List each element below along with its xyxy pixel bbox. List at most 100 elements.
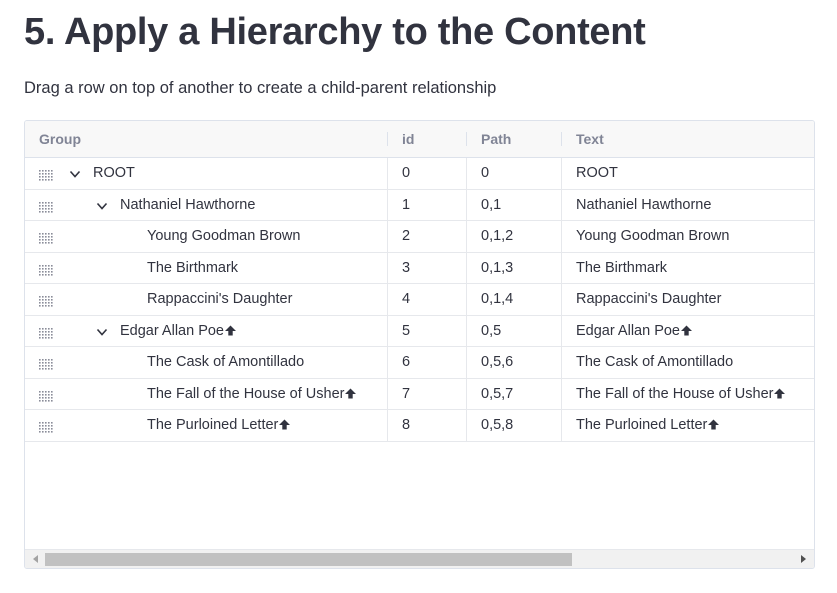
text-label: The Purloined Letter: [576, 417, 708, 433]
cell-divider: [387, 158, 388, 189]
text-cell: The Purloined Letter: [576, 410, 720, 441]
cell-divider: [561, 410, 562, 441]
drag-handle-icon[interactable]: [39, 357, 53, 370]
cell-divider: [466, 378, 467, 409]
drag-handle-icon[interactable]: [39, 294, 53, 307]
cell-divider: [561, 189, 562, 220]
group-cell: The Purloined Letter: [147, 410, 291, 441]
id-cell: 8: [402, 417, 411, 433]
cell-divider: [387, 221, 388, 252]
table-row[interactable]: The Purloined Letter 8 0,5,8 The Purloined …: [25, 410, 814, 442]
group-label: The Fall of the House of Usher: [147, 385, 345, 402]
chevron-down-icon[interactable]: [95, 199, 109, 213]
text-label: The Birthmark: [576, 259, 668, 276]
cell-divider: [387, 189, 388, 220]
group-label: Rappaccini's Daughter: [147, 291, 293, 307]
arrow-up-icon: [279, 419, 291, 430]
path-cell: 0,5,6: [481, 354, 514, 370]
cell-divider: [387, 252, 388, 283]
cell-divider: [466, 189, 467, 220]
horizontal-scrollbar[interactable]: [25, 549, 814, 568]
path-cell: 0,1,3: [481, 259, 514, 276]
text-label: ROOT: [576, 165, 618, 181]
arrow-up-icon: [708, 419, 720, 430]
table-row[interactable]: ROOT 0 0 ROOT: [25, 158, 814, 190]
text-cell: ROOT: [576, 158, 618, 189]
path-cell: 0,5: [481, 322, 502, 339]
path-cell: 0: [481, 165, 490, 181]
group-cell: The Cask of Amontillado: [147, 347, 304, 378]
text-label: The Cask of Amontillado: [576, 354, 734, 370]
cell-divider: [466, 410, 467, 441]
text-label: The Fall of the House of Usher: [576, 385, 774, 402]
cell-divider: [387, 347, 388, 378]
group-label: Young Goodman Brown: [147, 228, 301, 244]
text-label: Rappaccini's Daughter: [576, 291, 722, 307]
drag-handle-icon[interactable]: [39, 200, 53, 213]
text-cell: Young Goodman Brown: [576, 221, 729, 252]
table-row[interactable]: Rappaccini's Daughter 4 0,1,4 Rappaccini's …: [25, 284, 814, 316]
column-header-group[interactable]: Group: [39, 121, 81, 157]
cell-divider: [466, 252, 467, 283]
group-label: The Cask of Amontillado: [147, 354, 305, 370]
page-subtitle: Drag a row on top of another to create a…: [24, 79, 497, 97]
table-row[interactable]: The Birthmark 3 0,1,3 The Birthmark: [25, 252, 814, 284]
group-cell: The Birthmark: [147, 253, 238, 284]
hierarchy-grid: Group id Path Text ROOT 0 0 ROOT Nathaniel H…: [24, 120, 815, 569]
text-cell: The Birthmark: [576, 253, 667, 284]
id-cell: 7: [402, 385, 411, 402]
text-cell: Edgar Allan Poe: [576, 316, 692, 347]
column-separator[interactable]: [387, 132, 388, 146]
cell-divider: [561, 284, 562, 315]
group-cell: Rappaccini's Daughter: [147, 284, 292, 315]
path-cell: 0,5,8: [481, 417, 514, 433]
group-label: The Purloined Letter: [147, 417, 279, 433]
drag-handle-icon[interactable]: [39, 420, 53, 433]
arrow-up-icon: [681, 324, 692, 336]
scroll-left-icon[interactable]: [31, 554, 41, 564]
scroll-right-icon[interactable]: [798, 554, 808, 564]
id-cell: 3: [402, 259, 411, 276]
text-label: Nathaniel Hawthorne: [576, 196, 712, 213]
cell-divider: [561, 221, 562, 252]
column-separator[interactable]: [466, 132, 467, 146]
drag-handle-icon[interactable]: [39, 326, 53, 339]
chevron-down-icon[interactable]: [95, 325, 109, 339]
table-row[interactable]: The Cask of Amontillado 6 0,5,6 The Cask of…: [25, 347, 814, 379]
table-row[interactable]: Edgar Allan Poe 5 0,5 Edgar Allan Poe: [25, 315, 814, 347]
arrow-up-icon: [774, 387, 786, 399]
text-label: Young Goodman Brown: [576, 228, 730, 244]
drag-handle-icon[interactable]: [39, 168, 53, 181]
group-label: The Birthmark: [147, 259, 239, 276]
cell-divider: [561, 252, 562, 283]
group-cell: ROOT: [93, 158, 135, 189]
drag-handle-icon[interactable]: [39, 389, 53, 402]
text-cell: Nathaniel Hawthorne: [576, 190, 711, 221]
cell-divider: [387, 315, 388, 346]
drag-handle-icon[interactable]: [39, 231, 53, 244]
cell-divider: [466, 315, 467, 346]
arrow-up-icon: [225, 324, 236, 336]
cell-divider: [387, 284, 388, 315]
column-header-id[interactable]: id: [402, 121, 414, 157]
column-header-text[interactable]: Text: [576, 121, 604, 157]
cell-divider: [466, 158, 467, 189]
column-header-path[interactable]: Path: [481, 121, 511, 157]
table-row[interactable]: Nathaniel Hawthorne 1 0,1 Nathaniel Hawthor…: [25, 189, 814, 221]
table-row[interactable]: Young Goodman Brown 2 0,1,2 Young Goodman B…: [25, 221, 814, 253]
id-cell: 6: [402, 354, 411, 370]
table-row[interactable]: The Fall of the House of Usher 7 0,5,7 The …: [25, 378, 814, 410]
path-cell: 0,5,7: [481, 385, 514, 402]
text-cell: Rappaccini's Daughter: [576, 284, 721, 315]
grid-header: Group id Path Text: [25, 121, 814, 158]
chevron-down-icon[interactable]: [68, 167, 82, 181]
id-cell: 0: [402, 165, 411, 181]
text-cell: The Cask of Amontillado: [576, 347, 733, 378]
scroll-thumb[interactable]: [45, 553, 572, 566]
column-separator[interactable]: [561, 132, 562, 146]
cell-divider: [561, 378, 562, 409]
group-label: Nathaniel Hawthorne: [120, 196, 256, 213]
drag-handle-icon[interactable]: [39, 263, 53, 276]
cell-divider: [387, 378, 388, 409]
id-cell: 4: [402, 291, 411, 307]
